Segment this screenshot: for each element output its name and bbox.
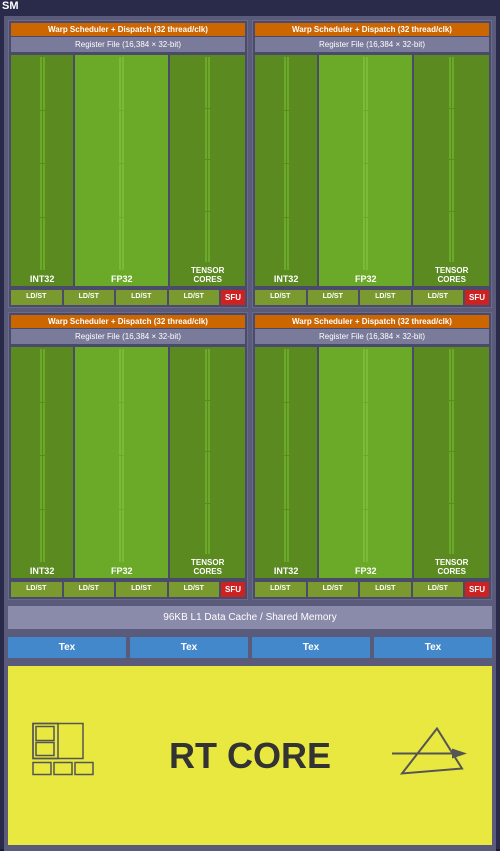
tensor-block-1: TENSORCORES bbox=[170, 55, 245, 286]
register-file-3: Register File (16,384 × 32-bit) bbox=[11, 329, 245, 344]
sm-label: SM bbox=[2, 0, 19, 12]
ld-st-4-1: LD/ST bbox=[255, 582, 306, 597]
ld-st-row-2: LD/ST LD/ST LD/ST LD/ST SFU bbox=[255, 290, 489, 305]
ld-st-2-2: LD/ST bbox=[308, 290, 359, 305]
ld-st-3-3: LD/ST bbox=[116, 582, 167, 597]
ld-st-1-3: LD/ST bbox=[116, 290, 167, 305]
sfu-4: SFU bbox=[465, 582, 489, 597]
compute-units-2: INT32 FP32 bbox=[255, 55, 489, 286]
ld-st-2-1: LD/ST bbox=[255, 290, 306, 305]
fp32-block-4: FP32 bbox=[319, 347, 412, 578]
quadrant-3: Warp Scheduler + Dispatch (32 thread/clk… bbox=[8, 312, 248, 600]
ld-st-2-4: LD/ST bbox=[413, 290, 464, 305]
l1-cache: 96KB L1 Data Cache / Shared Memory bbox=[8, 606, 492, 629]
ld-st-row-3: LD/ST LD/ST LD/ST LD/ST SFU bbox=[11, 582, 245, 597]
ld-st-2-3: LD/ST bbox=[360, 290, 411, 305]
sfu-1: SFU bbox=[221, 290, 245, 305]
sfu-2: SFU bbox=[465, 290, 489, 305]
ld-st-3-2: LD/ST bbox=[64, 582, 115, 597]
rt-core-label: RT CORE bbox=[169, 735, 331, 777]
sfu-3: SFU bbox=[221, 582, 245, 597]
int32-block-3: INT32 bbox=[11, 347, 73, 578]
int32-label-1: INT32 bbox=[30, 272, 55, 286]
int32-label-2: INT32 bbox=[274, 272, 299, 286]
tensor-block-3: TENSORCORES bbox=[170, 347, 245, 578]
ld-st-4-2: LD/ST bbox=[308, 582, 359, 597]
ld-st-4-3: LD/ST bbox=[360, 582, 411, 597]
quadrant-4: Warp Scheduler + Dispatch (32 thread/clk… bbox=[252, 312, 492, 600]
compute-units-4: INT32 FP32 bbox=[255, 347, 489, 578]
compute-units-3: INT32 FP32 bbox=[11, 347, 245, 578]
quadrant-2: Warp Scheduler + Dispatch (32 thread/clk… bbox=[252, 20, 492, 308]
compute-units-1: INT32 FP3 bbox=[11, 55, 245, 286]
tensor-block-2: TENSORCORES bbox=[414, 55, 489, 286]
fp32-label-1: FP32 bbox=[111, 272, 133, 286]
tensor-label-2: TENSORCORES bbox=[435, 264, 468, 286]
ld-st-1-1: LD/ST bbox=[11, 290, 62, 305]
quadrant-1: Warp Scheduler + Dispatch (32 thread/clk… bbox=[8, 20, 248, 308]
ld-st-1-4: LD/ST bbox=[169, 290, 220, 305]
ld-st-3-4: LD/ST bbox=[169, 582, 220, 597]
tensor-label-4: TENSORCORES bbox=[435, 556, 468, 578]
int32-label-3: INT32 bbox=[30, 564, 55, 578]
sm-container: SM Warp Scheduler + Dispatch (32 thread/… bbox=[0, 0, 500, 849]
fp32-block-3: FP32 bbox=[75, 347, 168, 578]
ld-st-row-1: LD/ST LD/ST LD/ST LD/ST SFU bbox=[11, 290, 245, 305]
tensor-block-4: TENSORCORES bbox=[414, 347, 489, 578]
warp-scheduler-1: Warp Scheduler + Dispatch (32 thread/clk… bbox=[11, 23, 245, 36]
register-file-4: Register File (16,384 × 32-bit) bbox=[255, 329, 489, 344]
rt-core-section: RT CORE bbox=[8, 666, 492, 845]
warp-scheduler-4: Warp Scheduler + Dispatch (32 thread/clk… bbox=[255, 315, 489, 328]
tex-1: Tex bbox=[8, 637, 126, 658]
fp32-label-3: FP32 bbox=[111, 564, 133, 578]
fp32-block-1: FP32 bbox=[75, 55, 168, 286]
int32-block-2: INT32 bbox=[255, 55, 317, 286]
register-file-2: Register File (16,384 × 32-bit) bbox=[255, 37, 489, 52]
tex-3: Tex bbox=[252, 637, 370, 658]
fp32-label-4: FP32 bbox=[355, 564, 377, 578]
ld-st-row-4: LD/ST LD/ST LD/ST LD/ST SFU bbox=[255, 582, 489, 597]
four-quadrants: Warp Scheduler + Dispatch (32 thread/clk… bbox=[8, 20, 492, 600]
rt-core-ray-icon bbox=[392, 723, 472, 788]
ld-st-4-4: LD/ST bbox=[413, 582, 464, 597]
tex-row: Tex Tex Tex Tex bbox=[8, 637, 492, 658]
ld-st-3-1: LD/ST bbox=[11, 582, 62, 597]
tex-2: Tex bbox=[130, 637, 248, 658]
tensor-label-1: TENSORCORES bbox=[191, 264, 224, 286]
int32-block-1: INT32 bbox=[11, 55, 73, 286]
warp-scheduler-3: Warp Scheduler + Dispatch (32 thread/clk… bbox=[11, 315, 245, 328]
fp32-block-2: FP32 bbox=[319, 55, 412, 286]
rt-core-bvh-icon bbox=[28, 718, 108, 793]
ld-st-1-2: LD/ST bbox=[64, 290, 115, 305]
warp-scheduler-2: Warp Scheduler + Dispatch (32 thread/clk… bbox=[255, 23, 489, 36]
sm-inner: Warp Scheduler + Dispatch (32 thread/clk… bbox=[4, 16, 496, 851]
tensor-label-3: TENSORCORES bbox=[191, 556, 224, 578]
fp32-label-2: FP32 bbox=[355, 272, 377, 286]
tex-4: Tex bbox=[374, 637, 492, 658]
int32-block-4: INT32 bbox=[255, 347, 317, 578]
register-file-1: Register File (16,384 × 32-bit) bbox=[11, 37, 245, 52]
int32-label-4: INT32 bbox=[274, 564, 299, 578]
